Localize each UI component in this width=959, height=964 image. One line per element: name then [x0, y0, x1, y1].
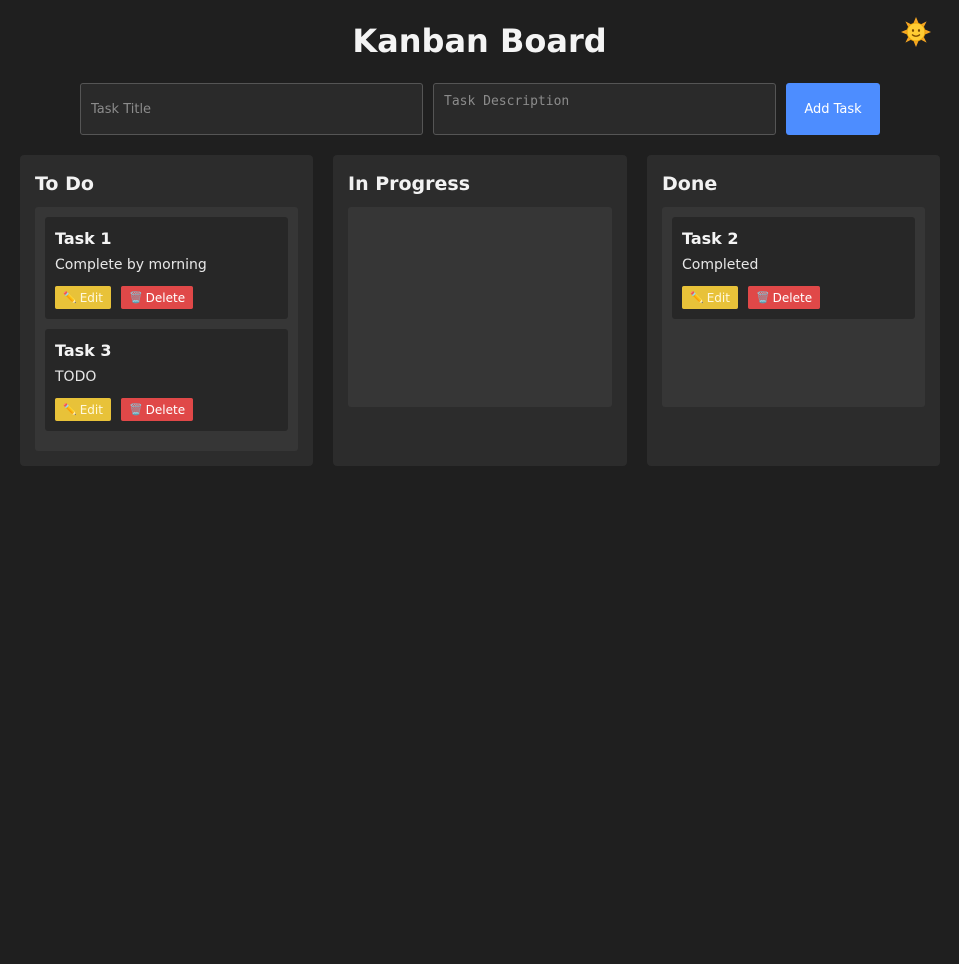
- wastebasket-icon: 🗑️: [128, 291, 143, 304]
- task-card[interactable]: Task 2 Completed ✏️ Edit 🗑️ Delete: [672, 217, 915, 319]
- column-done: Done Task 2 Completed ✏️ Edit 🗑️ Delete: [647, 155, 940, 466]
- column-todo: To Do Task 1 Complete by morning ✏️ Edit…: [20, 155, 313, 466]
- page-title: Kanban Board: [352, 22, 607, 60]
- task-card[interactable]: Task 1 Complete by morning ✏️ Edit 🗑️ De…: [45, 217, 288, 319]
- column-dropzone[interactable]: Task 1 Complete by morning ✏️ Edit 🗑️ De…: [35, 207, 298, 451]
- pencil-icon: ✏️: [690, 291, 704, 304]
- add-task-button[interactable]: Add Task: [786, 83, 880, 135]
- task-description: Complete by morning: [55, 257, 207, 273]
- edit-label: Edit: [706, 290, 730, 305]
- task-description-input[interactable]: [433, 83, 776, 135]
- task-actions: ✏️ Edit 🗑️ Delete: [682, 286, 821, 309]
- wastebasket-icon: 🗑️: [128, 403, 143, 416]
- delete-label: Delete: [772, 290, 813, 305]
- task-title: Task 3: [55, 341, 112, 360]
- column-title: In Progress: [348, 173, 471, 195]
- task-card[interactable]: Task 3 TODO ✏️ Edit 🗑️ Delete: [45, 329, 288, 431]
- column-title: To Do: [35, 173, 94, 195]
- edit-label: Edit: [79, 402, 103, 417]
- edit-button[interactable]: ✏️ Edit: [682, 286, 738, 309]
- delete-button[interactable]: 🗑️ Delete: [747, 286, 821, 309]
- column-title: Done: [662, 173, 718, 195]
- task-actions: ✏️ Edit 🗑️ Delete: [55, 398, 194, 421]
- edit-button[interactable]: ✏️ Edit: [55, 286, 111, 309]
- task-description: Completed: [682, 257, 759, 273]
- delete-label: Delete: [145, 402, 186, 417]
- task-title-input[interactable]: [80, 83, 423, 135]
- column-dropzone[interactable]: [348, 207, 612, 407]
- pencil-icon: ✏️: [63, 291, 77, 304]
- edit-label: Edit: [79, 290, 103, 305]
- pencil-icon: ✏️: [63, 403, 77, 416]
- delete-button[interactable]: 🗑️ Delete: [120, 398, 194, 421]
- task-title: Task 2: [682, 229, 739, 248]
- task-title: Task 1: [55, 229, 112, 248]
- delete-label: Delete: [145, 290, 186, 305]
- task-actions: ✏️ Edit 🗑️ Delete: [55, 286, 194, 309]
- edit-button[interactable]: ✏️ Edit: [55, 398, 111, 421]
- column-dropzone[interactable]: Task 2 Completed ✏️ Edit 🗑️ Delete: [662, 207, 925, 407]
- wastebasket-icon: 🗑️: [755, 291, 770, 304]
- column-in-progress: In Progress: [333, 155, 627, 466]
- task-description: TODO: [55, 369, 97, 385]
- delete-button[interactable]: 🗑️ Delete: [120, 286, 194, 309]
